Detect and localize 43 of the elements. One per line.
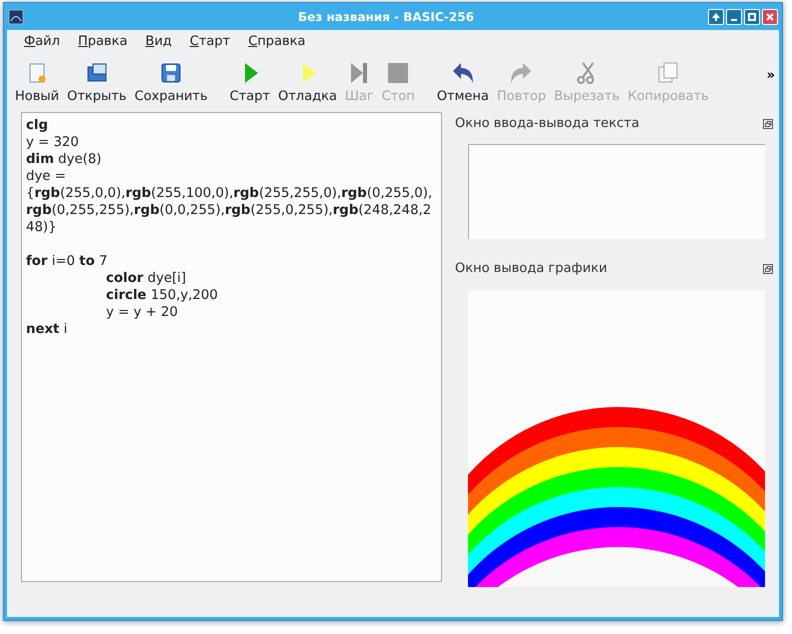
code-line: next i xyxy=(26,321,68,338)
code-line: circle 150,y,200 xyxy=(106,287,218,304)
undo-icon xyxy=(450,61,475,85)
float-icon[interactable] xyxy=(763,264,773,274)
open-button[interactable]: Открыть xyxy=(63,59,131,108)
run-button[interactable]: Старт xyxy=(226,59,274,108)
stop-icon xyxy=(386,61,410,85)
redo-icon xyxy=(509,61,534,85)
app-icon xyxy=(8,8,24,24)
code-line: clg xyxy=(26,117,48,134)
code-line: rgb(0,255,255),rgb(0,0,255),rgb(255,0,255),rgb(248,248,2 xyxy=(26,202,432,219)
panel-title: Окно ввода-вывода текста xyxy=(455,116,640,132)
menu-item[interactable]: Вид xyxy=(136,34,181,48)
code-line: 48)} xyxy=(26,219,57,236)
menu-item[interactable]: Справка xyxy=(239,34,315,48)
code-line: color dye[i] xyxy=(106,270,186,287)
keep-above-button[interactable] xyxy=(708,8,724,24)
arrow-up-icon xyxy=(711,12,721,22)
close-icon xyxy=(765,12,775,22)
code-line: y = y + 20 xyxy=(106,304,178,321)
maximize-button[interactable] xyxy=(744,8,760,24)
code-line: dye = xyxy=(26,168,66,185)
window-title: Без названия - BASIC-256 xyxy=(297,10,475,24)
toolbar-overflow-button[interactable]: » xyxy=(766,68,775,83)
menu-item[interactable]: Файл xyxy=(15,34,69,48)
minimize-icon xyxy=(731,18,737,20)
menu-item[interactable]: Старт xyxy=(180,34,240,48)
code-line: dim dye(8) xyxy=(26,151,102,168)
code-editor[interactable] xyxy=(21,112,442,582)
debug-button[interactable]: Отладка xyxy=(274,59,341,108)
code-line: {rgb(255,0,0),rgb(255,100,0),rgb(255,255,0),rgb(0,255,0), xyxy=(26,185,432,202)
code-line: y = 320 xyxy=(26,134,79,151)
panel-title: Окно вывода графики xyxy=(455,261,608,276)
undo-button[interactable]: Отмена xyxy=(432,59,493,108)
new-button[interactable]: Новый xyxy=(11,59,64,108)
copy-icon xyxy=(656,61,680,85)
save-button[interactable]: Сохранить xyxy=(130,59,212,108)
float-icon[interactable] xyxy=(763,118,773,129)
close-button[interactable] xyxy=(762,8,778,24)
minimize-button[interactable] xyxy=(726,8,742,24)
code-line: for i=0 to 7 xyxy=(26,253,108,270)
maximize-icon xyxy=(747,12,757,22)
menu-item[interactable]: Правка xyxy=(68,34,136,48)
